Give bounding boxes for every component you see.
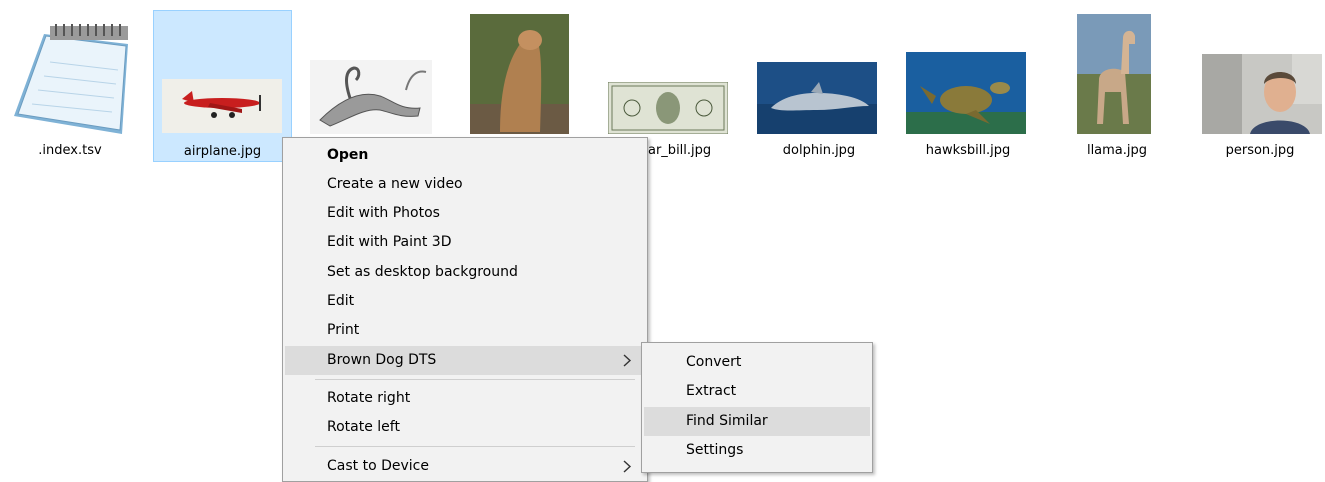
menu-item-label: Cast to Device bbox=[327, 458, 429, 474]
file-name: llama.jpg bbox=[1086, 143, 1148, 158]
menu-item-set-desktop-background[interactable]: Set as desktop background bbox=[285, 258, 645, 287]
dinosaur-thumbnail bbox=[310, 60, 432, 134]
menu-item-create-new-video[interactable]: Create a new video bbox=[285, 170, 645, 199]
airplane-thumbnail bbox=[162, 79, 282, 133]
menu-item-edit-with-photos[interactable]: Edit with Photos bbox=[285, 199, 645, 228]
menu-item-brown-dog-dts[interactable]: Brown Dog DTS bbox=[285, 346, 645, 375]
file-hawksbill-jpg[interactable]: hawksbill.jpg bbox=[897, 10, 1039, 162]
brown-dog-dts-submenu: Convert Extract Find Similar Settings bbox=[641, 342, 873, 473]
file-dolphin-jpg[interactable]: dolphin.jpg bbox=[750, 10, 888, 162]
menu-separator bbox=[315, 446, 635, 447]
file-person-jpg[interactable]: person.jpg bbox=[1196, 10, 1324, 162]
submenu-item-convert[interactable]: Convert bbox=[644, 348, 870, 377]
cougar-thumbnail bbox=[470, 14, 569, 134]
menu-separator bbox=[315, 379, 635, 380]
file-name: person.jpg bbox=[1225, 143, 1295, 158]
file-name: dolphin.jpg bbox=[782, 143, 856, 158]
notepad-icon bbox=[10, 22, 130, 134]
file-index-tsv[interactable]: .index.tsv bbox=[2, 10, 138, 162]
menu-item-rotate-left[interactable]: Rotate left bbox=[285, 413, 645, 442]
file-name: .index.tsv bbox=[38, 143, 102, 158]
menu-item-open[interactable]: Open bbox=[285, 141, 645, 170]
turtle-thumbnail bbox=[906, 52, 1026, 134]
file-llama-jpg[interactable]: llama.jpg bbox=[1046, 10, 1188, 162]
menu-item-edit[interactable]: Edit bbox=[285, 287, 645, 316]
submenu-arrow-icon bbox=[621, 346, 633, 375]
llama-thumbnail bbox=[1077, 14, 1151, 134]
submenu-item-settings[interactable]: Settings bbox=[644, 436, 870, 465]
menu-item-rotate-right[interactable]: Rotate right bbox=[285, 384, 645, 413]
dollar-bill-thumbnail bbox=[608, 82, 728, 134]
menu-item-cast-to-device[interactable]: Cast to Device bbox=[285, 452, 645, 481]
submenu-item-extract[interactable]: Extract bbox=[644, 377, 870, 406]
context-menu: Open Create a new video Edit with Photos… bbox=[282, 137, 648, 482]
file-name: airplane.jpg bbox=[183, 144, 262, 159]
file-name: hawksbill.jpg bbox=[925, 143, 1011, 158]
submenu-item-find-similar[interactable]: Find Similar bbox=[644, 407, 870, 436]
file-airplane-jpg[interactable]: airplane.jpg bbox=[153, 10, 292, 162]
menu-item-label: Brown Dog DTS bbox=[327, 352, 437, 368]
submenu-arrow-icon bbox=[621, 452, 633, 481]
menu-item-edit-with-paint-3d[interactable]: Edit with Paint 3D bbox=[285, 228, 645, 257]
dolphin-thumbnail bbox=[757, 62, 877, 134]
person-thumbnail bbox=[1202, 54, 1322, 134]
menu-item-print[interactable]: Print bbox=[285, 316, 645, 345]
